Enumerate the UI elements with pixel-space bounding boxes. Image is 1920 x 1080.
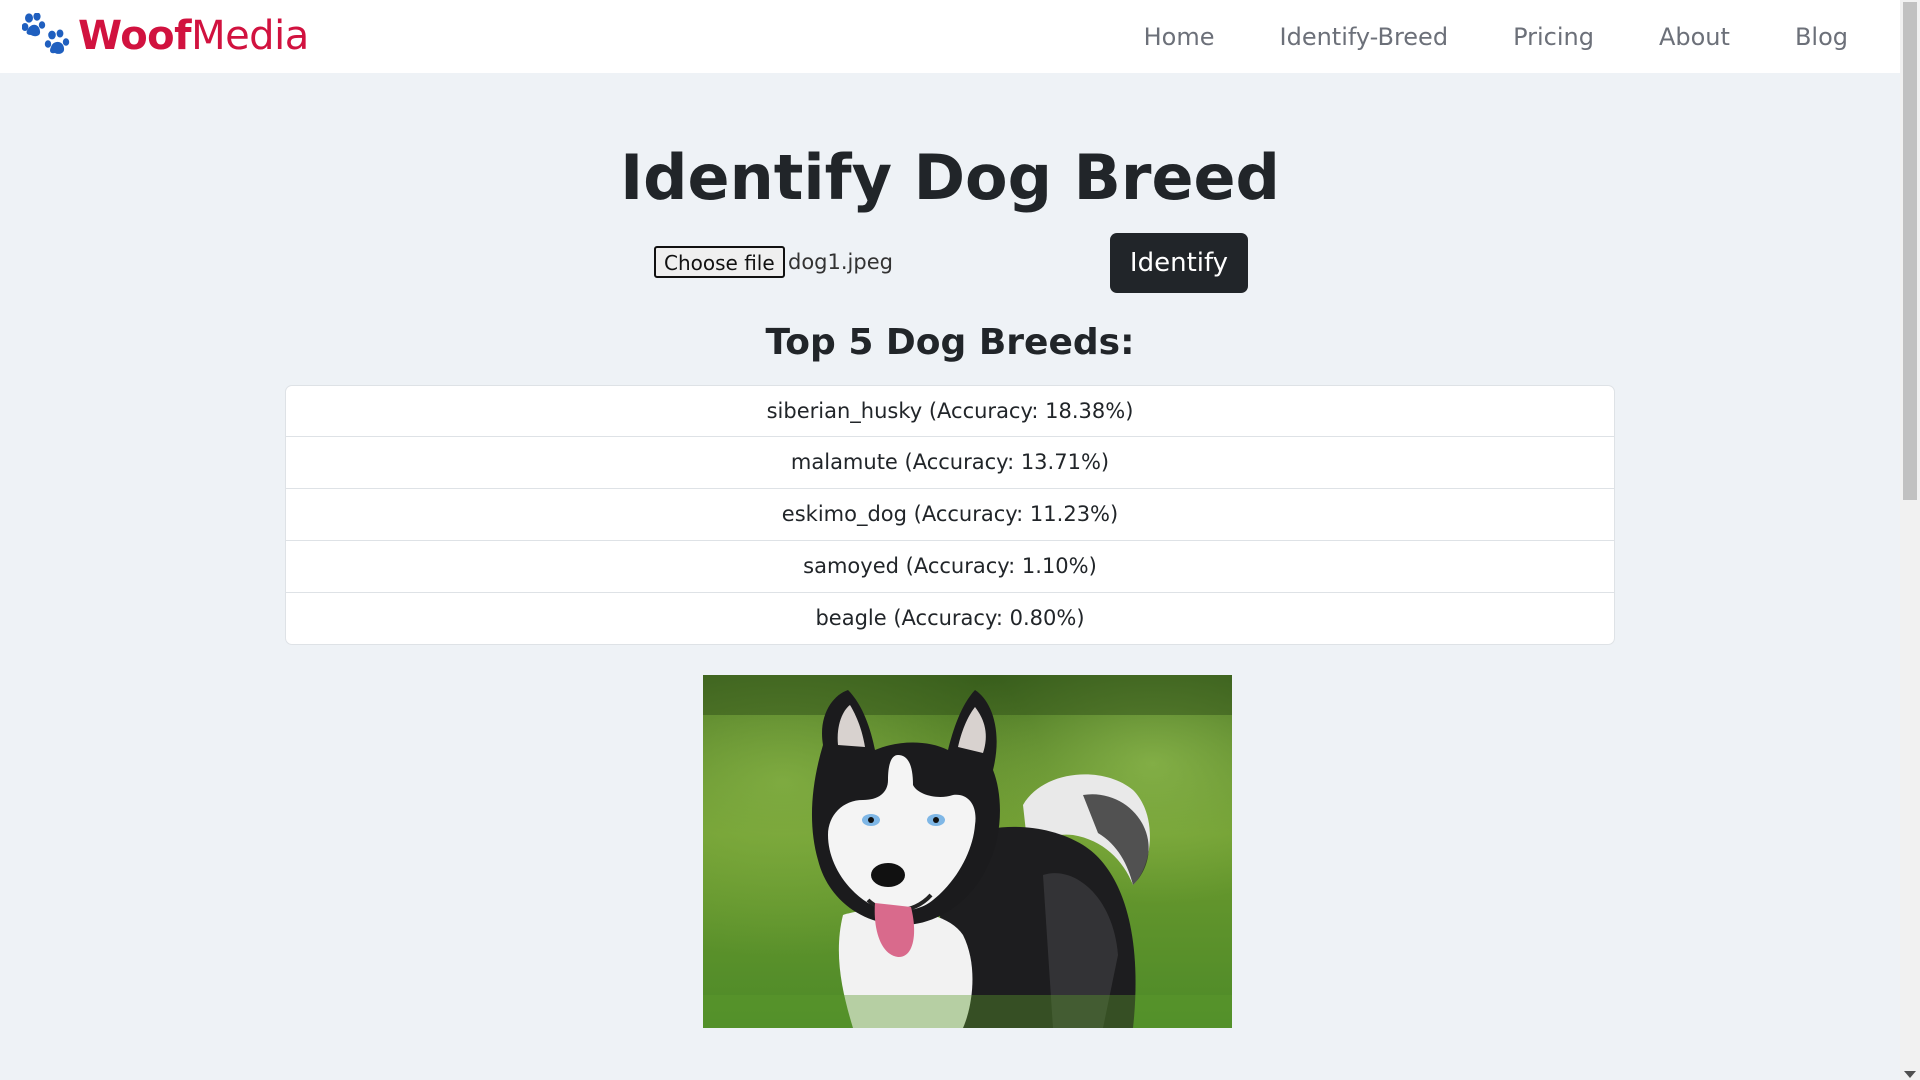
nav-links: Home Identify-Breed Pricing About Blog <box>1079 0 1848 73</box>
list-item: siberian_husky (Accuracy: 18.38%) <box>766 399 1134 423</box>
upload-form: Choose file dog1.jpeg Identify <box>652 232 1248 294</box>
vertical-scrollbar[interactable] <box>1900 0 1920 1080</box>
results-heading: Top 5 Dog Breeds: <box>765 322 1135 363</box>
brand-name-regular: Media <box>191 13 309 59</box>
selected-file-name: dog1.jpeg <box>788 250 893 274</box>
identify-button[interactable]: Identify <box>1110 233 1248 293</box>
navbar: WoofMedia Home Identify-Breed Pricing Ab… <box>0 0 1900 73</box>
nav-home[interactable]: Home <box>1144 23 1215 51</box>
choose-file-button[interactable]: Choose file <box>654 246 785 278</box>
paw-icon <box>22 13 70 54</box>
husky-image <box>703 675 1232 1028</box>
nav-blog[interactable]: Blog <box>1795 23 1848 51</box>
nav-identify-breed[interactable]: Identify-Breed <box>1280 23 1449 51</box>
brand-name: WoofMedia <box>78 12 309 60</box>
list-item: samoyed (Accuracy: 1.10%) <box>286 540 1614 592</box>
brand-name-bold: Woof <box>78 13 192 59</box>
dog-photo <box>703 675 1232 1028</box>
nav-pricing[interactable]: Pricing <box>1513 23 1594 51</box>
scrollbar-thumb[interactable] <box>1903 2 1917 500</box>
scroll-down-arrow-icon[interactable] <box>1904 1071 1916 1078</box>
page: WoofMedia Home Identify-Breed Pricing Ab… <box>0 0 1920 1080</box>
list-item: eskimo_dog (Accuracy: 11.23%) <box>286 488 1614 540</box>
results-list: siberian_husky (Accuracy: 18.38%) malamu… <box>285 385 1615 645</box>
list-item: beagle (Accuracy: 0.80%) <box>286 592 1614 644</box>
brand-logo-link[interactable]: WoofMedia <box>22 12 309 60</box>
page-title: Identify Dog Breed <box>620 141 1280 214</box>
nav-about[interactable]: About <box>1659 23 1730 51</box>
list-item: malamute (Accuracy: 13.71%) <box>286 436 1614 488</box>
